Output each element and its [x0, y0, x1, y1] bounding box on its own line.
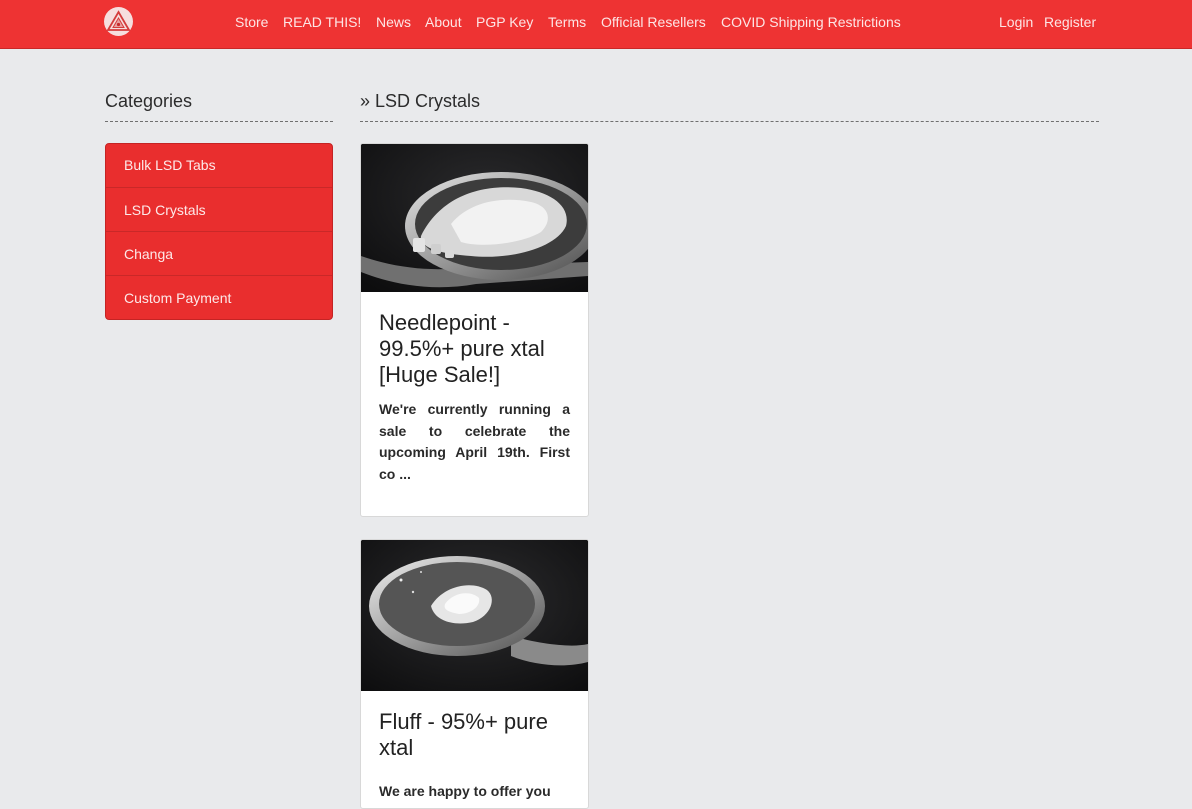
- categories-divider: [105, 121, 333, 122]
- page-title-divider: [360, 121, 1099, 122]
- nav-news[interactable]: News: [376, 14, 411, 31]
- product-description: We are happy to offer you: [379, 783, 551, 799]
- nav-store[interactable]: Store: [235, 14, 268, 31]
- nav-about[interactable]: About: [425, 14, 462, 31]
- product-card: Needlepoint - 99.5%+ pure xtal [Huge Sal…: [360, 143, 589, 517]
- category-item-changa[interactable]: Changa: [106, 231, 332, 275]
- top-navbar: Store READ THIS! News About PGP Key Term…: [0, 0, 1192, 49]
- login-link[interactable]: Login: [999, 14, 1033, 31]
- nav-covid-shipping[interactable]: COVID Shipping Restrictions: [721, 14, 901, 31]
- product-title[interactable]: Needlepoint - 99.5%+ pure xtal [Huge Sal…: [361, 310, 588, 388]
- nav-pgp-key[interactable]: PGP Key: [476, 14, 533, 31]
- register-link[interactable]: Register: [1044, 14, 1096, 31]
- product-title[interactable]: Fluff - 95%+ pure xtal: [361, 709, 588, 761]
- category-list: Bulk LSD Tabs LSD Crystals Changa Custom…: [105, 143, 333, 320]
- nav-official-resellers[interactable]: Official Resellers: [601, 14, 706, 31]
- nav-terms[interactable]: Terms: [548, 14, 586, 31]
- category-item-lsd-crystals[interactable]: LSD Crystals: [106, 187, 332, 231]
- category-item-bulk-lsd-tabs[interactable]: Bulk LSD Tabs: [106, 144, 332, 187]
- product-image[interactable]: [361, 144, 588, 292]
- product-description: We're currently running a sale to celebr…: [379, 401, 570, 482]
- page-title: » LSD Crystals: [360, 91, 481, 111]
- triangle-logo-icon: [106, 10, 131, 31]
- product-image[interactable]: [361, 540, 588, 691]
- product-card: Fluff - 95%+ pure xtal We are happy to o…: [360, 539, 589, 809]
- category-item-custom-payment[interactable]: Custom Payment: [106, 275, 332, 319]
- categories-heading: Categories: [105, 91, 193, 111]
- site-logo[interactable]: [104, 7, 133, 36]
- nav-read-this[interactable]: READ THIS!: [283, 14, 361, 31]
